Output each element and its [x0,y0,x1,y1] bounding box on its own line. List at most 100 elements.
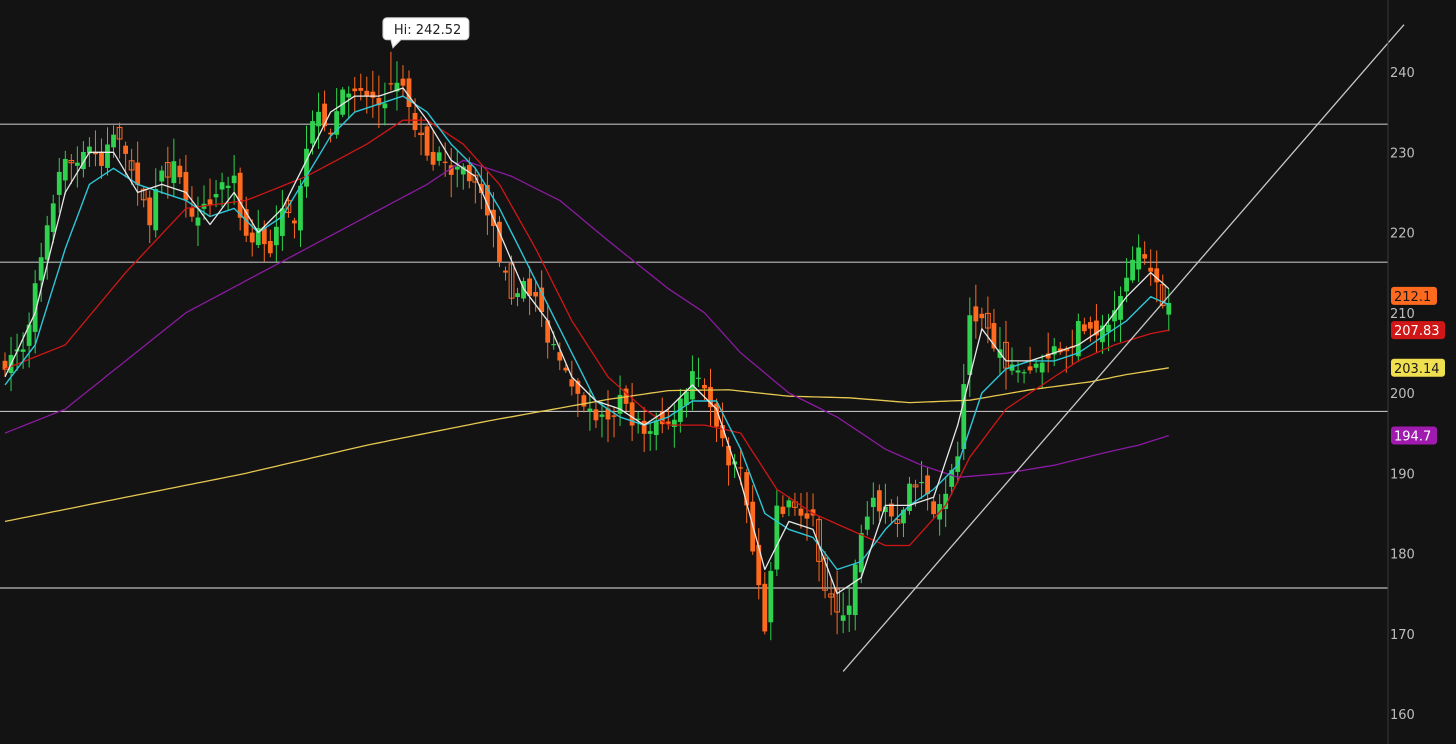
candle-body [346,93,352,98]
candle-body [189,207,195,217]
candle-body [267,241,273,254]
candle-body [454,166,460,170]
candle-body [551,344,557,346]
candle-body [798,508,804,516]
candle-body [919,482,924,484]
candle-body [786,500,792,508]
candle-body [298,185,303,231]
candle-body [153,189,159,231]
candle-body [846,605,852,615]
candle-body [352,88,358,92]
candle-body [358,88,364,91]
candle-body [292,220,297,224]
candle-body [56,171,62,195]
chart-background [0,0,1456,744]
candle-body [702,384,707,389]
y-tick-label: 210 [1390,307,1415,322]
candle-body [273,226,279,246]
candle-body [304,148,309,187]
candle-body [1021,372,1027,374]
price-tag-label: 212.1 [1394,290,1431,305]
candle-body [400,78,406,86]
chart-plot-area[interactable]: 160 170 180 190 200 210 220 230 240 212.1 207.83 2… [0,0,1456,744]
candle-body [430,151,436,165]
stock-chart[interactable]: 160 170 180 190 200 210 220 230 240 212.1 207.83 2… [0,0,1456,744]
candle-body [1039,362,1045,373]
candle-body [364,90,370,97]
candle-body [973,306,979,322]
candle-body [159,170,165,182]
candle-body [38,257,44,281]
candle-body [581,395,587,407]
price-tag: 212.1 [1391,286,1437,305]
candlestick [340,87,346,118]
candle-body [74,162,80,166]
candle-body [225,185,231,189]
candle-body [780,506,786,514]
y-tick-label: 220 [1390,227,1415,242]
candle-body [1130,259,1136,281]
candle-body [774,505,780,570]
candlestick [497,216,502,268]
y-tick-label: 180 [1390,548,1415,563]
candle-body [696,377,701,379]
candle-body [641,420,647,434]
candle-body [738,467,744,469]
candle-body [99,151,104,166]
candle-body [370,91,376,98]
candle-body [195,217,201,226]
candle-body [925,475,930,495]
candle-body [183,171,189,201]
candle-body [756,544,762,586]
candle-body [62,158,68,181]
candle-body [388,83,394,85]
candlestick [424,123,430,161]
candle-body [587,408,593,412]
candle-body [436,152,442,161]
candle-body [967,315,973,375]
candle-body [340,89,346,115]
candle-body [840,615,846,621]
candle-body [105,144,110,168]
candle-body [147,197,153,226]
candle-body [1148,267,1154,272]
candle-body [424,126,430,156]
candle-body [744,472,750,506]
candle-body [876,490,882,512]
candle-body [44,225,50,260]
candle-body [1027,366,1033,371]
candle-body [171,161,177,184]
y-tick-label: 190 [1390,467,1415,482]
candle-body [1124,277,1129,292]
candle-body [870,497,876,508]
candle-body [177,165,183,178]
candle-body [503,270,508,273]
price-tag-label: 194.7 [1394,430,1431,445]
candle-body [207,199,213,205]
candle-body [237,172,243,218]
candle-body [412,113,418,131]
candle-body [979,313,985,319]
candle-body [123,145,128,154]
candle-body [1081,324,1087,332]
candle-body [671,419,677,428]
candle-body [569,379,575,387]
candle-body [50,203,56,232]
candle-body [593,409,599,421]
price-tag: 203.14 [1391,358,1445,377]
price-tag-label: 203.14 [1394,362,1440,377]
candle-body [20,349,26,352]
candle-body [1142,254,1148,259]
candle-body [611,415,617,417]
hi-annotation-label: Hi: 242.52 [394,23,461,38]
candle-body [852,564,858,616]
candle-body [310,121,315,144]
candle-body [316,111,321,127]
candle-body [213,194,219,198]
candle-body [768,570,774,623]
price-tag-label: 207.83 [1394,324,1440,339]
price-tag: 194.7 [1391,426,1437,445]
candle-body [406,78,412,107]
candle-body [1136,247,1142,270]
candle-body [111,134,116,148]
